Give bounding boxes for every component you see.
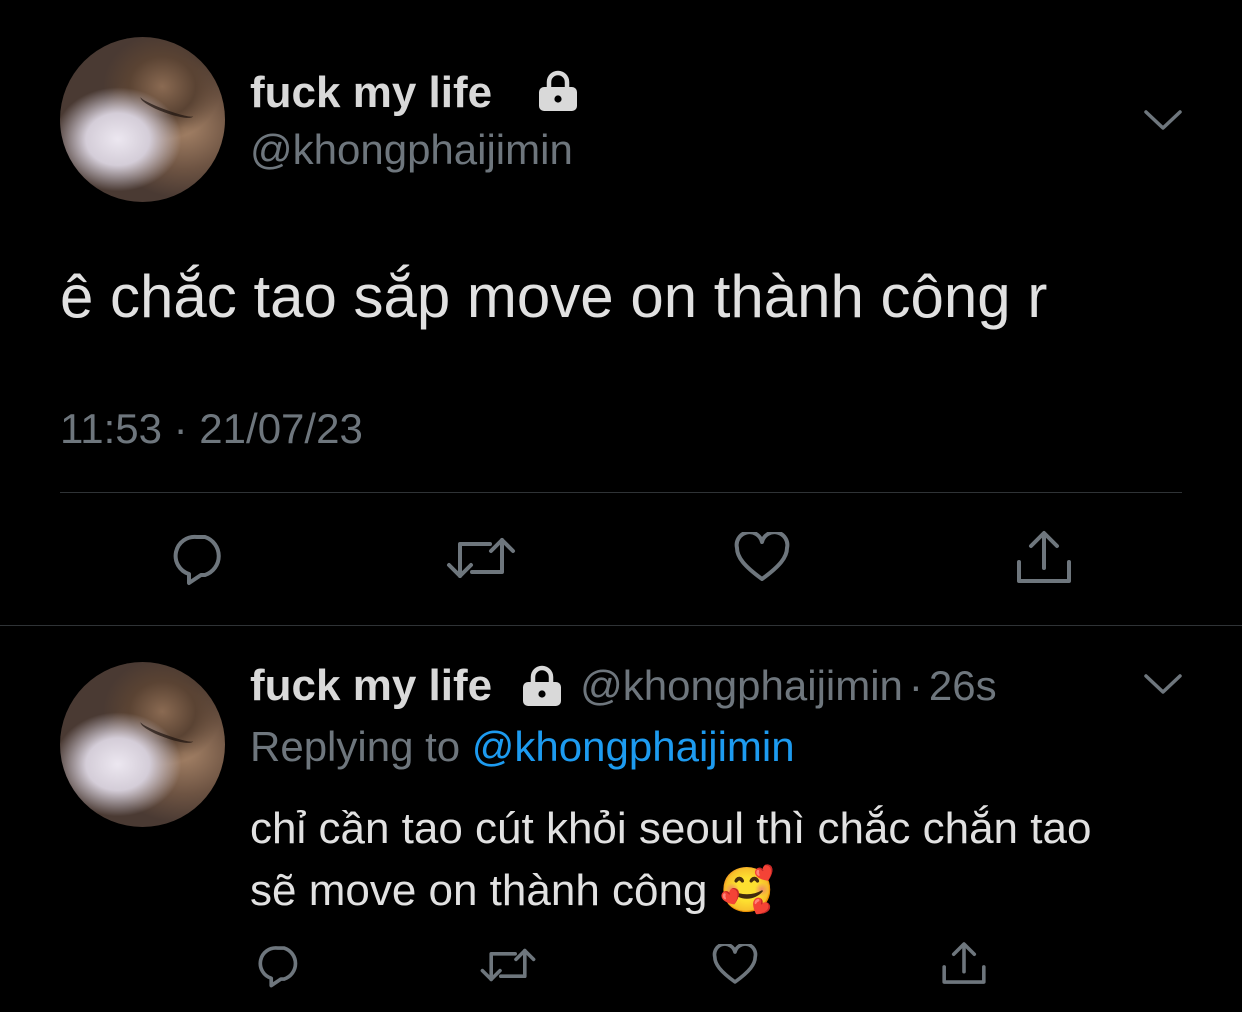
user-handle[interactable]: @khongphaijimin [250,126,573,174]
reply-text: chỉ cần tao cút khỏi seoul thì chắc chắn… [250,804,1092,915]
reply-handle[interactable]: @khongphaijimin [580,662,903,710]
tweet-timestamp[interactable]: 11:53 · 21/07/23 [60,404,363,454]
replying-to: Replying to @khongphaijimin [250,722,795,772]
reply-header: fuck my life @khongphaijimin · 26s [250,659,997,713]
retweet-icon[interactable] [480,944,536,986]
chevron-down-icon[interactable] [1142,104,1184,134]
separator-dot: · [908,662,923,709]
retweet-icon[interactable] [446,532,516,584]
emoji-smiling-hearts: 🥰 [719,866,775,915]
avatar-detail [138,715,196,747]
section-divider [0,625,1242,626]
share-icon[interactable] [1014,528,1074,586]
reply-text-block: chỉ cần tao cút khỏi seoul thì chắc chắn… [250,798,1150,922]
chevron-down-icon[interactable] [1142,668,1184,698]
share-icon[interactable] [940,940,988,986]
like-icon[interactable] [712,944,758,986]
divider [60,492,1182,493]
replying-to-link[interactable]: @khongphaijimin [472,723,795,770]
tweet-text: ê chắc tao sắp move on thành công r [60,263,1048,330]
reply-display-name[interactable]: fuck my life [250,661,492,711]
replying-prefix: Replying to [250,723,472,770]
reply-icon[interactable] [173,532,229,586]
like-icon[interactable] [734,532,790,584]
reply-age[interactable]: 26s [929,662,997,710]
display-name[interactable]: fuck my life [250,68,492,118]
lock-icon [520,665,564,707]
lock-icon [536,70,580,112]
profile-avatar[interactable] [60,37,225,202]
avatar-detail [138,90,196,122]
reply-icon[interactable] [258,944,304,988]
reply-avatar[interactable] [60,662,225,827]
